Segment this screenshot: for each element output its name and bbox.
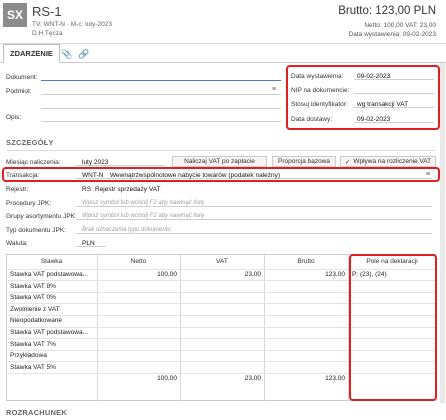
data-dostawy-label: Data dostawy:	[291, 116, 333, 123]
rejestr-code: RS	[82, 186, 92, 193]
totals-cell[interactable]: 123,00	[265, 375, 345, 382]
transakcja-label: Transakcja:	[6, 172, 40, 179]
table-cell[interactable]: Zwolnienie z VAT	[10, 306, 96, 313]
nalicz-vat-checkbox[interactable]: Naliczaj VAT po zapłacie	[172, 156, 267, 167]
podmiot-input[interactable]	[41, 86, 281, 95]
waluta-value: PLN	[82, 240, 95, 247]
podmiot-label: Podmiot:	[6, 88, 32, 95]
table-cell[interactable]: 123,00	[265, 271, 345, 278]
nalicz-vat-label: Naliczaj VAT po zapłacie	[184, 158, 255, 165]
col-header-brutto[interactable]: Brutto	[264, 258, 348, 265]
nip-label: NIP na dokumencie:	[291, 87, 350, 94]
table-cell[interactable]: Stawka VAT 8%	[10, 283, 96, 290]
link-icon[interactable]: 🔗	[78, 48, 90, 60]
document-subtitle: TV: WNT-N · M-c: luty-2023	[32, 21, 112, 28]
check-icon: ✓	[344, 158, 351, 166]
podmiot-address-field[interactable]	[41, 100, 281, 109]
table-cell[interactable]: Stawka VAT 7%	[10, 341, 96, 348]
proporcja-label: Proporcja bazowa	[277, 158, 331, 165]
nip-input[interactable]	[354, 85, 434, 94]
transakcja-description: Wewnątrzwspólnotowe nabycie towarów (pod…	[110, 172, 281, 179]
stosuj-label: Stosuj identyfikator:	[291, 101, 348, 108]
col-header-stawka[interactable]: Stawka	[6, 258, 97, 265]
waluta-label: Waluta:	[6, 240, 28, 247]
szczegoly-section-title: SZCZEGÓŁY	[6, 138, 54, 147]
procedury-label: Procedury JPK:	[6, 200, 52, 207]
rozrachunek-section-title: ROZRACHUNEK	[6, 408, 67, 417]
table-cell[interactable]: 100,00	[98, 271, 177, 278]
wplywa-checkbox[interactable]: ✓ Wpływa na rozliczenie VAT	[340, 156, 436, 167]
paperclip-icon[interactable]: 📎	[61, 48, 73, 60]
table-cell[interactable]: Nieopodatkowane	[10, 317, 96, 324]
wplywa-label: Wpływa na rozliczenie VAT	[353, 158, 432, 165]
pole-highlight-box	[349, 254, 437, 401]
opis-label: Opis:	[6, 114, 22, 121]
table-cell[interactable]: Przykładowa	[10, 352, 96, 359]
transakcja-list-icon[interactable]: ≡	[426, 171, 430, 178]
grupy-placeholder: Wpisz symbol lub wciśnij F2 aby nawinąć …	[82, 213, 205, 219]
proporcja-checkbox[interactable]: Proporcja bazowa	[272, 156, 336, 167]
col-header-vat[interactable]: VAT	[180, 258, 264, 265]
rejestr-description: Rejestr sprzedaży VAT	[95, 186, 161, 193]
table-cell[interactable]: Stawka VAT 0%	[10, 294, 96, 301]
document-type-logo: SX	[3, 3, 27, 27]
document-title: RS-1	[32, 4, 62, 19]
transakcja-code: WNT-N	[82, 172, 104, 179]
dokument-label: Dokument:	[6, 74, 38, 81]
miesiac-label: Miesiąc naliczenia:	[6, 159, 61, 166]
rejestr-label: Rejestr:	[6, 186, 29, 193]
dokument-input[interactable]	[41, 72, 281, 81]
podmiot-list-icon[interactable]: ≡	[272, 86, 276, 93]
totals-cell[interactable]: 23,00	[181, 375, 261, 382]
data-wystawienia-value: 09-02-2023	[357, 73, 391, 80]
table-cell[interactable]: Stawka VAT 5%	[10, 364, 96, 371]
data-dostawy-value: 09-02-2023	[357, 116, 391, 123]
col-header-netto[interactable]: Netto	[97, 258, 180, 265]
stosuj-value: wg transakcji VAT	[357, 101, 409, 108]
counterparty-name: D.H Tęcza	[32, 30, 63, 37]
tab-zdarzenie[interactable]: ZDARZENIE	[3, 44, 60, 63]
brutto-total: Brutto: 123,00 PLN	[338, 5, 436, 17]
miesiac-value: luty 2023	[82, 159, 109, 166]
szczegoly-divider	[6, 150, 436, 151]
table-cell[interactable]: Stawka VAT podstawowa...	[10, 329, 96, 336]
typ-dokumentu-placeholder: Brak oznaczenia typu dokumentu	[82, 227, 171, 233]
table-cell[interactable]: 23,00	[181, 271, 261, 278]
procedury-placeholder: Wpisz symbol lub wciśnij F2 aby nawinąć …	[82, 200, 205, 206]
table-cell[interactable]: Stawka VAT podstawowa...	[10, 271, 96, 278]
vertical-scrollbar[interactable]	[440, 63, 445, 403]
grupy-label: Grupy asortymentu JPK:	[6, 213, 77, 220]
opis-input[interactable]	[41, 113, 281, 122]
netto-vat-summary: Netto: 100,00 VAT: 23,00	[364, 22, 436, 29]
typ-dokumentu-label: Typ dokumentu JPK:	[6, 227, 66, 234]
issue-date-summary: Data wystawienia: 09-02-2023	[348, 31, 436, 38]
totals-cell[interactable]: 100,00	[98, 375, 177, 382]
data-wystawienia-label: Data wystawienia:	[291, 73, 344, 80]
